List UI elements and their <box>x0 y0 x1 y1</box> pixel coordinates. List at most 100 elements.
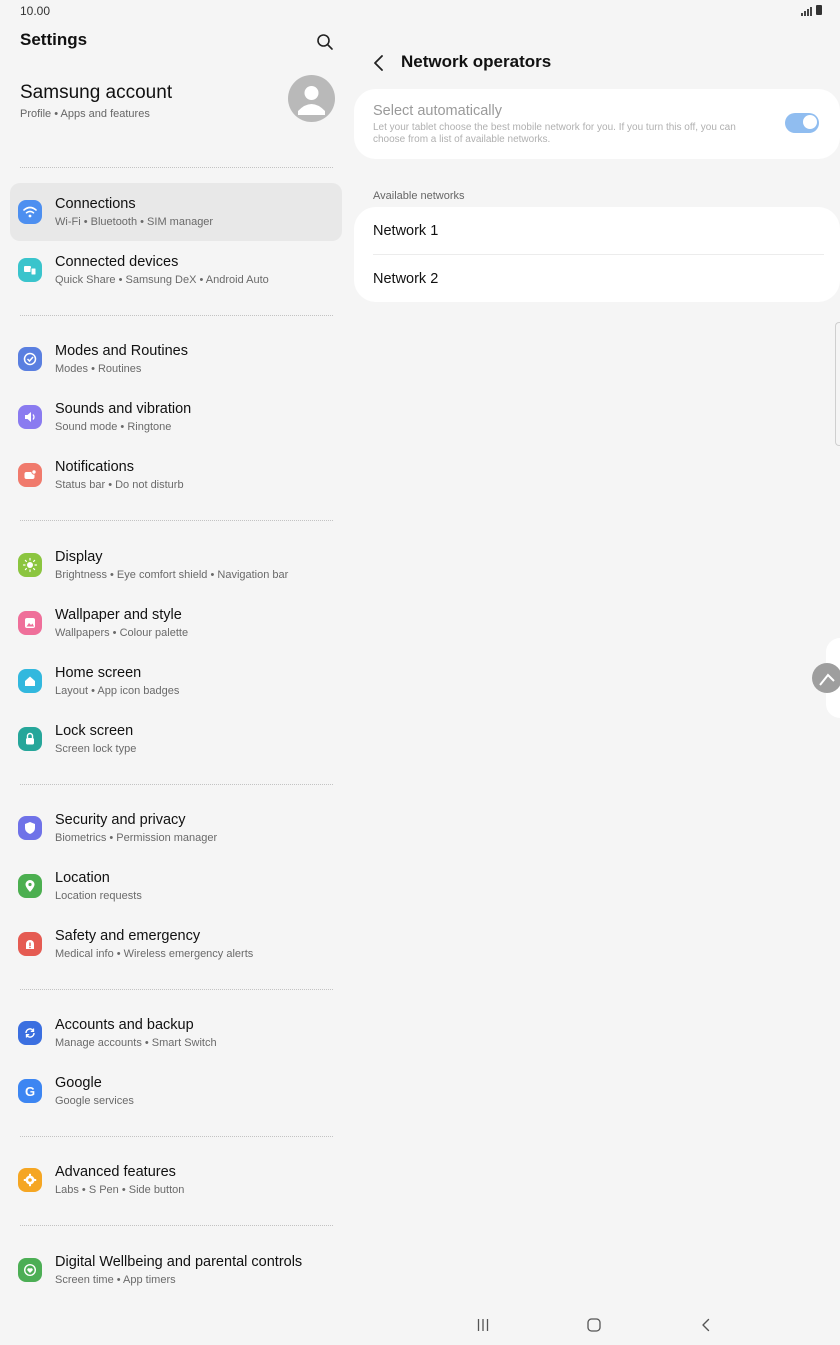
item-subtitle: Biometrics • Permission manager <box>55 832 218 844</box>
home-icon <box>18 669 42 693</box>
edge-panel-handle[interactable] <box>835 322 840 446</box>
select-automatically-row[interactable]: Select automatically Let your tablet cho… <box>354 89 840 159</box>
battery-icon <box>816 5 822 15</box>
signal-icon <box>801 7 812 16</box>
select-automatically-label: Select automatically <box>373 103 502 119</box>
connected-devices-icon <box>18 258 42 282</box>
network-list: Network 1 Network 2 <box>354 207 840 302</box>
item-title: Sounds and vibration <box>55 401 192 417</box>
wifi-icon <box>18 200 42 224</box>
toggle-knob <box>802 114 818 130</box>
search-icon[interactable] <box>313 30 337 54</box>
item-subtitle: Google services <box>55 1095 134 1107</box>
item-subtitle: Labs • S Pen • Side button <box>55 1184 185 1196</box>
sound-icon <box>18 405 42 429</box>
display-icon <box>18 553 42 577</box>
item-title: Digital Wellbeing and parental controls <box>55 1254 303 1270</box>
item-title: Home screen <box>55 665 142 681</box>
item-subtitle: Screen time • App timers <box>55 1274 176 1286</box>
settings-item-advanced-features[interactable]: Advanced features Labs • S Pen • Side bu… <box>10 1151 342 1209</box>
item-subtitle: Layout • App icon badges <box>55 685 180 697</box>
item-title: Lock screen <box>55 723 134 739</box>
item-title: Connected devices <box>55 254 179 270</box>
floating-button[interactable] <box>812 663 840 693</box>
divider <box>20 315 333 316</box>
item-subtitle: Modes • Routines <box>55 363 142 375</box>
samsung-account[interactable]: Samsung account Profile • Apps and featu… <box>20 82 172 120</box>
shield-icon <box>18 816 42 840</box>
settings-item-security[interactable]: Security and privacy Biometrics • Permis… <box>10 799 342 857</box>
advanced-features-icon <box>18 1168 42 1192</box>
item-title: Connections <box>55 196 136 212</box>
page-title: Settings <box>20 30 88 49</box>
settings-item-display[interactable]: Display Brightness • Eye comfort shield … <box>10 536 342 594</box>
settings-item-notifications[interactable]: Notifications Status bar • Do not distur… <box>10 446 342 504</box>
google-icon: G <box>18 1079 42 1103</box>
item-subtitle: Status bar • Do not disturb <box>55 479 184 491</box>
notifications-icon <box>18 463 42 487</box>
settings-item-google[interactable]: G Google Google services <box>10 1062 342 1120</box>
divider <box>20 1225 333 1226</box>
settings-item-sounds[interactable]: Sounds and vibration Sound mode • Ringto… <box>10 388 342 446</box>
wellbeing-icon <box>18 1258 42 1282</box>
item-subtitle: Manage accounts • Smart Switch <box>55 1037 217 1049</box>
divider <box>20 1136 333 1137</box>
item-subtitle: Brightness • Eye comfort shield • Naviga… <box>55 569 289 581</box>
item-subtitle: Quick Share • Samsung DeX • Android Auto <box>55 274 269 286</box>
detail-title: Network operators <box>401 52 552 71</box>
settings-item-digital-wellbeing[interactable]: Digital Wellbeing and parental controls … <box>10 1241 342 1299</box>
lock-icon <box>18 727 42 751</box>
avatar[interactable] <box>288 75 335 122</box>
settings-item-location[interactable]: Location Location requests <box>10 857 342 915</box>
status-time: 10.00 <box>20 4 51 18</box>
item-title: Security and privacy <box>55 812 186 828</box>
item-title: Advanced features <box>55 1164 176 1180</box>
available-networks-label: Available networks <box>373 190 465 202</box>
item-title: Notifications <box>55 459 134 475</box>
item-subtitle: Screen lock type <box>55 743 137 755</box>
divider <box>20 989 333 990</box>
settings-item-lock-screen[interactable]: Lock screen Screen lock type <box>10 710 342 768</box>
location-icon <box>18 874 42 898</box>
network-item-2[interactable]: Network 2 <box>373 271 438 287</box>
item-title: Modes and Routines <box>55 343 188 359</box>
account-subtitle: Profile • Apps and features <box>20 108 150 120</box>
settings-item-connections[interactable]: Connections Wi-Fi • Bluetooth • SIM mana… <box>10 183 342 241</box>
item-title: Safety and emergency <box>55 928 201 944</box>
item-subtitle: Wallpapers • Colour palette <box>55 627 189 639</box>
status-bar: 10.00 <box>0 0 840 22</box>
home-button-icon[interactable] <box>582 1313 606 1337</box>
recent-apps-icon[interactable] <box>471 1313 495 1337</box>
account-title: Samsung account <box>20 82 173 103</box>
select-automatically-description: Let your tablet choose the best mobile n… <box>373 122 736 145</box>
divider <box>373 254 824 255</box>
accounts-backup-icon <box>18 1021 42 1045</box>
settings-item-home-screen[interactable]: Home screen Layout • App icon badges <box>10 652 342 710</box>
back-arrow-icon[interactable] <box>366 50 392 76</box>
navigation-bar <box>420 1305 840 1345</box>
settings-item-safety[interactable]: Safety and emergency Medical info • Wire… <box>10 915 342 973</box>
item-subtitle: Medical info • Wireless emergency alerts <box>55 948 254 960</box>
settings-item-wallpaper[interactable]: Wallpaper and style Wallpapers • Colour … <box>10 594 342 652</box>
wallpaper-icon <box>18 611 42 635</box>
settings-item-connected-devices[interactable]: Connected devices Quick Share • Samsung … <box>10 241 342 299</box>
item-subtitle: Wi-Fi • Bluetooth • SIM manager <box>55 216 214 228</box>
emergency-icon <box>18 932 42 956</box>
item-title: Accounts and backup <box>55 1017 194 1033</box>
item-title: Display <box>55 549 103 565</box>
back-button-icon[interactable] <box>694 1313 718 1337</box>
item-subtitle: Sound mode • Ringtone <box>55 421 172 433</box>
modes-icon <box>18 347 42 371</box>
network-item-1[interactable]: Network 1 <box>373 223 438 239</box>
item-title: Location <box>55 870 110 886</box>
divider <box>20 784 333 785</box>
item-title: Wallpaper and style <box>55 607 182 623</box>
divider <box>20 520 333 521</box>
settings-item-modes-routines[interactable]: Modes and Routines Modes • Routines <box>10 330 342 388</box>
divider <box>20 167 333 168</box>
status-icons <box>801 4 822 16</box>
item-subtitle: Location requests <box>55 890 142 902</box>
select-automatically-toggle[interactable] <box>785 113 819 133</box>
settings-item-accounts-backup[interactable]: Accounts and backup Manage accounts • Sm… <box>10 1004 342 1062</box>
item-title: Google <box>55 1075 102 1091</box>
